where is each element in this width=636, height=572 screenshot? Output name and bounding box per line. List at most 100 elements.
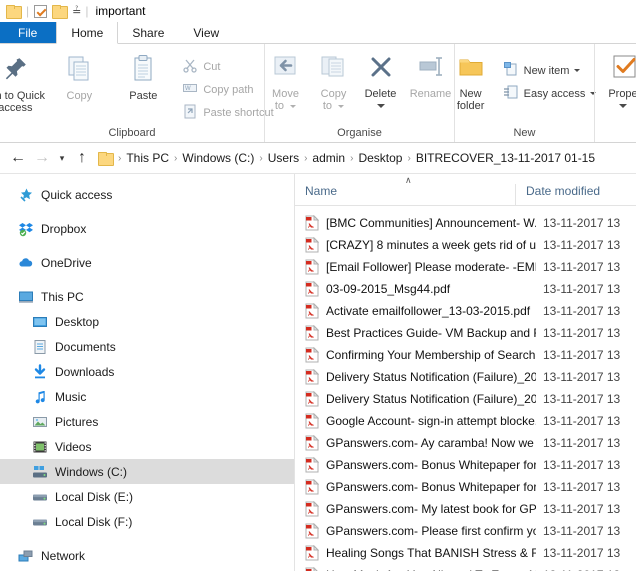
breadcrumb-item-desktop[interactable]: Desktop	[354, 151, 406, 165]
paste-button[interactable]: Paste	[111, 49, 175, 102]
svg-text:A: A	[308, 246, 312, 252]
move-to-button[interactable]: Move to	[262, 49, 310, 112]
new-folder-icon[interactable]	[52, 4, 69, 19]
table-row[interactable]: A Confirming Your Membership of Search..…	[295, 344, 636, 366]
column-header-row: ∧ Name Date modified	[295, 174, 636, 206]
forward-arrow-icon: →	[34, 149, 50, 166]
tab-share[interactable]: Share	[118, 22, 179, 43]
sidebar-item-documents[interactable]: Documents	[0, 334, 294, 359]
table-row[interactable]: A GPanswers.com- My latest book for GP a…	[295, 498, 636, 520]
ribbon: Pin to Quick access	[0, 44, 636, 143]
folder-icon[interactable]	[6, 4, 22, 19]
breadcrumb-item-this-pc[interactable]: This PC	[122, 151, 173, 165]
checkbox-properties-icon[interactable]	[34, 4, 48, 18]
copy-icon	[64, 54, 94, 87]
column-header-name[interactable]: Name	[295, 184, 515, 205]
file-rows[interactable]: A [BMC Communities] Announcement- W... 1…	[295, 206, 636, 571]
file-date-modified: 13-11-2017 13	[543, 480, 621, 494]
table-row[interactable]: A Best Practices Guide- VM Backup and Re…	[295, 322, 636, 344]
copy-button[interactable]: Copy	[47, 49, 111, 102]
properties-button[interactable]: Prope	[595, 49, 636, 108]
column-header-date-modified[interactable]: Date modified	[515, 184, 636, 205]
new-folder-button[interactable]: New folder	[446, 49, 496, 112]
table-row[interactable]: A [Email Follower] Please moderate- -EML…	[295, 256, 636, 278]
window-title: important	[95, 4, 146, 18]
table-row[interactable]: A [CRAZY] 8 minutes a week gets rid of u…	[295, 234, 636, 256]
sidebar-item-pictures[interactable]: Pictures	[0, 409, 294, 434]
table-row[interactable]: A 03-09-2015_Msg44.pdf 13-11-2017 13	[295, 278, 636, 300]
pdf-file-icon: A	[305, 258, 320, 275]
table-row[interactable]: A [BMC Communities] Announcement- W... 1…	[295, 212, 636, 234]
breadcrumb-item-bitrecover[interactable]: BITRECOVER_13-11-2017 01-15	[412, 151, 599, 165]
table-row[interactable]: A GPanswers.com- Please first confirm yo…	[295, 520, 636, 542]
recent-locations-button[interactable]: ▾	[54, 146, 70, 170]
file-name: 03-09-2015_Msg44.pdf	[326, 282, 451, 296]
ribbon-group-organise: Move to Copy to Delete Rename Organise	[264, 44, 454, 142]
network-icon	[18, 548, 34, 564]
easy-access-button[interactable]: Easy access	[500, 84, 600, 103]
sidebar-item-local-disk-e[interactable]: Local Disk (E:)	[0, 484, 294, 509]
properties-label: Prope	[608, 88, 636, 100]
table-row[interactable]: A GPanswers.com- Bonus Whitepaper for S.…	[295, 476, 636, 498]
sidebar-item-local-disk-f[interactable]: Local Disk (F:)	[0, 509, 294, 534]
star-pin-icon	[18, 187, 34, 203]
svg-text:A: A	[308, 356, 312, 362]
file-date-modified: 13-11-2017 13	[543, 348, 621, 362]
sidebar-item-quick-access[interactable]: Quick access	[0, 182, 294, 207]
paste-shortcut-icon	[182, 103, 198, 122]
svg-text:A: A	[308, 488, 312, 494]
svg-text:A: A	[308, 532, 312, 538]
ribbon-group-new: New folder New item Easy access New	[454, 44, 597, 142]
tab-home[interactable]: Home	[56, 22, 119, 44]
breadcrumb-item-windows-c[interactable]: Windows (C:)	[178, 151, 258, 165]
music-note-icon	[32, 389, 48, 405]
pin-to-quick-access-button[interactable]: Pin to Quick access	[0, 49, 47, 114]
pin-icon	[0, 54, 30, 87]
pictures-icon	[32, 414, 48, 430]
table-row[interactable]: A GPanswers.com- Bonus Whitepaper for S.…	[295, 454, 636, 476]
delete-button[interactable]: Delete	[358, 49, 404, 108]
table-row[interactable]: A How Much Are You Allowed To Earn-_10..…	[295, 564, 636, 571]
pdf-file-icon: A	[305, 566, 319, 571]
table-row[interactable]: A Delivery Status Notification (Failure)…	[295, 366, 636, 388]
copy-to-button[interactable]: Copy to	[310, 49, 358, 112]
sidebar-item-music[interactable]: Music	[0, 384, 294, 409]
chevron-down-icon[interactable]	[574, 69, 581, 72]
file-date-modified: 13-11-2017 13	[543, 304, 621, 318]
sidebar-item-desktop[interactable]: Desktop	[0, 309, 294, 334]
pdf-file-icon: A	[305, 236, 320, 253]
sidebar-label: Local Disk (E:)	[55, 489, 134, 504]
sidebar-item-videos[interactable]: Videos	[0, 434, 294, 459]
tab-file[interactable]: File	[0, 22, 57, 43]
up-button[interactable]: ↑	[70, 146, 94, 170]
new-item-button[interactable]: New item	[500, 61, 600, 80]
delete-x-icon	[366, 54, 396, 85]
sidebar-item-network[interactable]: Network	[0, 543, 294, 568]
sidebar-item-onedrive[interactable]: OneDrive	[0, 250, 294, 275]
table-row[interactable]: A Delivery Status Notification (Failure)…	[295, 388, 636, 410]
chevron-down-icon[interactable]	[619, 104, 627, 108]
table-row[interactable]: A Activate emailfollower_13-03-2015.pdf …	[295, 300, 636, 322]
file-date-modified: 13-11-2017 13	[543, 546, 621, 560]
chevron-down-icon[interactable]	[376, 104, 385, 108]
breadcrumb[interactable]: › This PC › Windows (C:) › Users › admin…	[117, 147, 636, 169]
scissors-icon	[182, 57, 198, 76]
table-row[interactable]: A Healing Songs That BANISH Stress & Red…	[295, 542, 636, 564]
sidebar-label: Dropbox	[41, 221, 87, 236]
sidebar-item-this-pc[interactable]: This PC	[0, 284, 294, 309]
tab-view[interactable]: View	[179, 22, 234, 43]
back-button[interactable]: ←	[6, 146, 30, 170]
table-row[interactable]: A GPanswers.com- Ay caramba! Now we h...…	[295, 432, 636, 454]
file-name: How Much Are You Allowed To Earn-_10...	[326, 568, 536, 571]
breadcrumb-item-admin[interactable]: admin	[308, 151, 349, 165]
breadcrumb-item-users[interactable]: Users	[264, 151, 303, 165]
forward-button[interactable]: →	[30, 146, 54, 170]
svg-text:A: A	[308, 400, 312, 406]
sidebar-item-dropbox[interactable]: Dropbox	[0, 216, 294, 241]
table-row[interactable]: A Google Account- sign-in attempt blocke…	[295, 410, 636, 432]
address-folder-icon	[98, 151, 114, 166]
sidebar-item-windows-c[interactable]: Windows (C:)	[0, 459, 294, 484]
sidebar-item-downloads[interactable]: Downloads	[0, 359, 294, 384]
